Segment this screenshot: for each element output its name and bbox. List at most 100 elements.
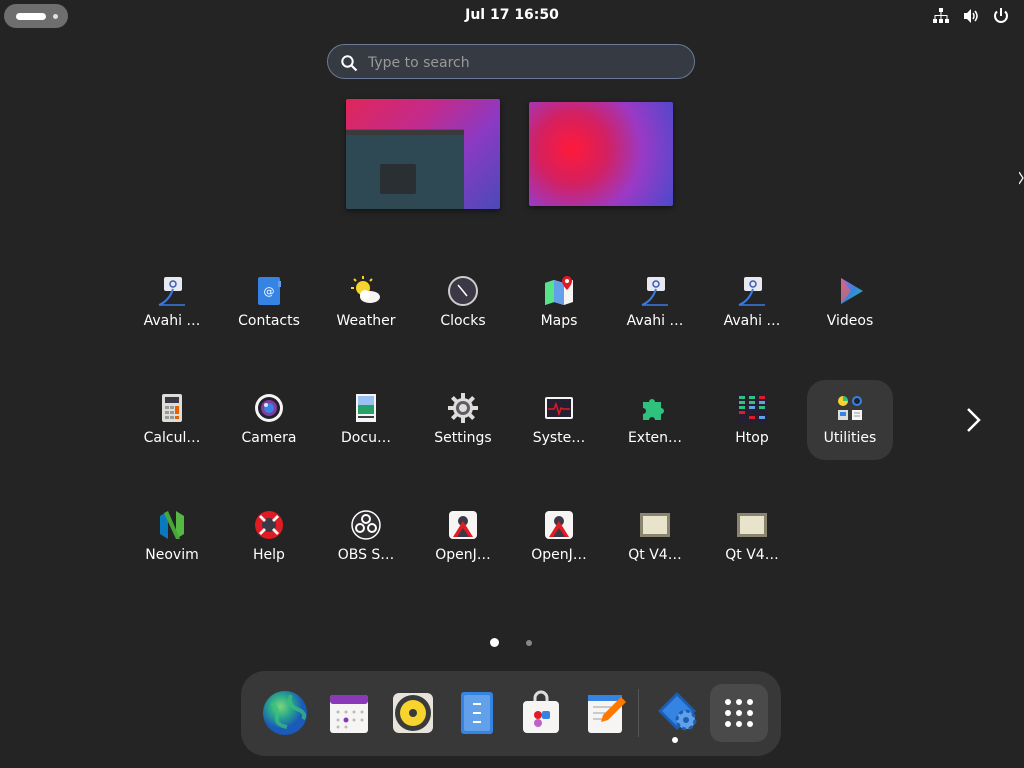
- dock-separator: [638, 689, 639, 737]
- app-tile[interactable]: OpenJ…: [420, 497, 506, 577]
- app-tile[interactable]: Settings: [420, 380, 506, 460]
- app-label: Camera: [241, 430, 297, 446]
- app-tile[interactable]: Help: [226, 497, 312, 577]
- app-tile[interactable]: Docu…: [323, 380, 409, 460]
- app-label: Clocks: [440, 313, 486, 329]
- svg-text:@: @: [264, 285, 275, 298]
- contacts-icon: @: [253, 275, 285, 307]
- weather-icon: [350, 275, 382, 307]
- app-label: Avahi …: [143, 313, 201, 329]
- search-box[interactable]: [327, 44, 695, 79]
- obs-icon: [350, 509, 382, 541]
- app-tile[interactable]: @ Contacts: [226, 263, 312, 343]
- dock-web-browser[interactable]: [257, 685, 309, 741]
- app-label: Videos: [826, 313, 874, 329]
- clocks-icon: [447, 275, 479, 307]
- dock-rhythmbox[interactable]: [385, 685, 437, 741]
- show-apps-icon: [725, 699, 753, 727]
- app-tile[interactable]: Videos: [807, 263, 893, 343]
- app-label: Avahi …: [626, 313, 684, 329]
- app-tile[interactable]: Weather: [323, 263, 409, 343]
- search-input[interactable]: [368, 53, 668, 73]
- neovim-icon: [156, 509, 188, 541]
- app-label: Weather: [336, 313, 396, 329]
- app-tile[interactable]: Qt V4…: [612, 497, 698, 577]
- app-label: Neovim: [145, 547, 199, 563]
- text-editor-icon: [588, 695, 626, 733]
- system-monitor-icon: [543, 392, 575, 424]
- app-tile[interactable]: OpenJ…: [516, 497, 602, 577]
- workspace-thumbnail-1[interactable]: [346, 99, 500, 209]
- app-label: Contacts: [238, 313, 300, 329]
- help-icon: [253, 509, 285, 541]
- avahi-icon: [639, 275, 671, 307]
- htop-icon: [736, 392, 768, 424]
- app-label: Qt V4…: [628, 547, 682, 563]
- rhythmbox-icon: [393, 693, 433, 733]
- folder-icon: [834, 392, 866, 424]
- app-tile[interactable]: Avahi …: [612, 263, 698, 343]
- app-label: Exten…: [627, 430, 683, 446]
- app-label: Avahi …: [723, 313, 781, 329]
- app-tile[interactable]: Avahi …: [129, 263, 215, 343]
- settings-icon: [447, 392, 479, 424]
- software-properties-icon: [658, 692, 697, 731]
- openjdk-icon: [543, 509, 575, 541]
- videos-icon: [834, 275, 866, 307]
- files-icon: [461, 692, 493, 734]
- app-label: Htop: [735, 430, 769, 446]
- software-icon: [523, 690, 559, 733]
- search-icon: [340, 54, 358, 72]
- app-label: OpenJ…: [435, 547, 491, 563]
- app-label: Help: [253, 547, 285, 563]
- app-label: Utilities: [823, 430, 877, 446]
- app-label: Syste…: [532, 430, 586, 446]
- page-dot-active[interactable]: [490, 638, 499, 647]
- app-tile[interactable]: Htop: [709, 380, 795, 460]
- dock-software-properties[interactable]: [649, 685, 701, 743]
- running-indicator: [672, 737, 678, 743]
- app-tile[interactable]: Calcul…: [129, 380, 215, 460]
- dock-files[interactable]: [449, 685, 501, 741]
- window-thumbnail[interactable]: [346, 129, 464, 209]
- app-tile[interactable]: Neovim: [129, 497, 215, 577]
- app-tile[interactable]: Syste…: [516, 380, 602, 460]
- dock-show-apps[interactable]: [710, 684, 768, 742]
- app-tile[interactable]: OBS S…: [323, 497, 409, 577]
- app-tile[interactable]: Maps: [516, 263, 602, 343]
- clock[interactable]: Jul 17 16:50: [0, 7, 1024, 23]
- volume-icon[interactable]: [962, 7, 980, 25]
- page-dot[interactable]: [526, 640, 532, 646]
- workspace-thumbnail-2[interactable]: [529, 102, 673, 206]
- document-viewer-icon: [350, 392, 382, 424]
- dock-calendar[interactable]: [321, 685, 373, 741]
- app-label: Docu…: [341, 430, 391, 446]
- calculator-icon: [156, 392, 188, 424]
- system-tray[interactable]: [932, 7, 1010, 25]
- top-bar: Jul 17 16:50: [0, 0, 1024, 32]
- maps-icon: [543, 275, 575, 307]
- app-tile[interactable]: Utilities: [807, 380, 893, 460]
- app-tile[interactable]: Exten…: [612, 380, 698, 460]
- app-tile[interactable]: Qt V4…: [709, 497, 795, 577]
- extensions-icon: [639, 392, 671, 424]
- app-label: OpenJ…: [531, 547, 587, 563]
- app-label: Settings: [434, 430, 492, 446]
- web-browser-icon: [263, 691, 307, 735]
- calendar-icon: [330, 695, 368, 733]
- app-tile[interactable]: Clocks: [420, 263, 506, 343]
- dock-software[interactable]: [513, 685, 565, 741]
- app-tile[interactable]: Camera: [226, 380, 312, 460]
- qt-v4l2-icon: [639, 509, 671, 541]
- mouse-cursor: [1018, 170, 1024, 188]
- app-label: Qt V4…: [725, 547, 779, 563]
- app-tile[interactable]: Avahi …: [709, 263, 795, 343]
- openjdk-icon: [447, 509, 479, 541]
- next-page-arrow[interactable]: [962, 405, 986, 435]
- power-icon[interactable]: [992, 7, 1010, 25]
- network-icon[interactable]: [932, 7, 950, 25]
- avahi-icon: [156, 275, 188, 307]
- dock-text-editor[interactable]: [577, 685, 629, 741]
- app-label: Calcul…: [143, 430, 201, 446]
- avahi-icon: [736, 275, 768, 307]
